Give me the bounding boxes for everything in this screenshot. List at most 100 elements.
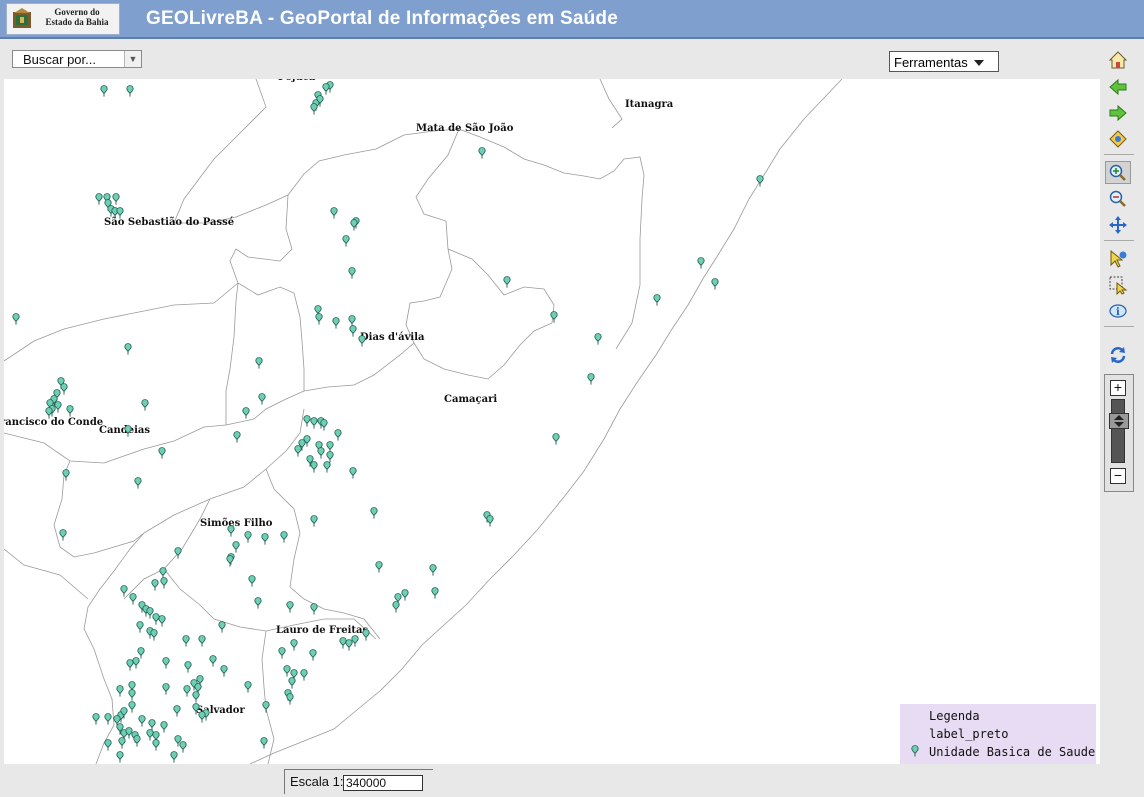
health-unit-marker[interactable]: [283, 665, 291, 677]
health-unit-marker[interactable]: [322, 83, 330, 95]
health-unit-marker[interactable]: [125, 727, 133, 739]
select-button[interactable]: [1105, 273, 1131, 296]
refresh-button[interactable]: [1105, 343, 1131, 366]
health-unit-marker[interactable]: [315, 313, 323, 325]
health-unit-marker[interactable]: [244, 531, 252, 543]
health-unit-marker[interactable]: [233, 431, 241, 443]
health-unit-marker[interactable]: [244, 681, 252, 693]
health-unit-marker[interactable]: [310, 417, 318, 429]
health-unit-marker[interactable]: [141, 399, 149, 411]
health-unit-marker[interactable]: [226, 555, 234, 567]
health-unit-marker[interactable]: [129, 593, 137, 605]
health-unit-marker[interactable]: [326, 441, 334, 453]
health-unit-marker[interactable]: [342, 235, 350, 247]
health-unit-marker[interactable]: [118, 737, 126, 749]
health-unit-marker[interactable]: [198, 711, 206, 723]
health-unit-marker[interactable]: [348, 315, 356, 327]
health-unit-marker[interactable]: [401, 589, 409, 601]
health-unit-marker[interactable]: [288, 677, 296, 689]
health-unit-marker[interactable]: [280, 531, 288, 543]
health-unit-marker[interactable]: [182, 635, 190, 647]
health-unit-marker[interactable]: [358, 335, 366, 347]
health-unit-marker[interactable]: [179, 741, 187, 753]
health-unit-marker[interactable]: [184, 661, 192, 673]
health-unit-marker[interactable]: [653, 294, 661, 306]
health-unit-marker[interactable]: [348, 267, 356, 279]
health-unit-marker[interactable]: [362, 629, 370, 641]
health-unit-marker[interactable]: [146, 729, 154, 741]
zoom-slider[interactable]: + −: [1104, 374, 1134, 492]
health-unit-marker[interactable]: [60, 383, 68, 395]
search-by-select[interactable]: Buscar por... ▼: [12, 50, 142, 68]
back-button[interactable]: [1105, 75, 1131, 98]
full-extent-button[interactable]: [1105, 127, 1131, 150]
health-unit-marker[interactable]: [350, 219, 358, 231]
health-unit-marker[interactable]: [120, 585, 128, 597]
identify-button[interactable]: [1105, 247, 1131, 270]
zoom-slider-handle[interactable]: [1109, 413, 1129, 429]
scale-input[interactable]: 340000: [343, 775, 423, 791]
health-unit-marker[interactable]: [317, 447, 325, 459]
health-unit-marker[interactable]: [486, 515, 494, 527]
health-unit-marker[interactable]: [339, 637, 347, 649]
health-unit-marker[interactable]: [260, 737, 268, 749]
health-unit-marker[interactable]: [345, 639, 353, 651]
health-unit-marker[interactable]: [152, 739, 160, 751]
health-unit-marker[interactable]: [262, 701, 270, 713]
health-unit-marker[interactable]: [290, 639, 298, 651]
health-unit-marker[interactable]: [349, 467, 357, 479]
health-unit-marker[interactable]: [294, 445, 302, 457]
health-unit-marker[interactable]: [126, 659, 134, 671]
health-unit-marker[interactable]: [183, 685, 191, 697]
health-unit-marker[interactable]: [711, 278, 719, 290]
health-unit-marker[interactable]: [242, 407, 250, 419]
health-unit-markers[interactable]: [12, 81, 764, 763]
health-unit-marker[interactable]: [286, 693, 294, 705]
health-unit-marker[interactable]: [92, 713, 100, 725]
health-unit-marker[interactable]: [136, 621, 144, 633]
health-unit-marker[interactable]: [278, 647, 286, 659]
health-unit-marker[interactable]: [54, 401, 62, 413]
health-unit-marker[interactable]: [370, 507, 378, 519]
health-unit-marker[interactable]: [351, 635, 359, 647]
health-unit-marker[interactable]: [254, 597, 262, 609]
health-unit-marker[interactable]: [132, 657, 140, 669]
health-unit-marker[interactable]: [160, 721, 168, 733]
health-unit-marker[interactable]: [503, 276, 511, 288]
health-unit-marker[interactable]: [173, 705, 181, 717]
health-unit-marker[interactable]: [137, 647, 145, 659]
zoom-out-button[interactable]: [1105, 187, 1131, 210]
health-unit-marker[interactable]: [220, 665, 228, 677]
health-unit-marker[interactable]: [160, 577, 168, 589]
health-unit-marker[interactable]: [697, 257, 705, 269]
health-unit-marker[interactable]: [594, 333, 602, 345]
health-unit-marker[interactable]: [112, 193, 120, 205]
health-unit-marker[interactable]: [227, 525, 235, 537]
health-unit-marker[interactable]: [192, 691, 200, 703]
health-unit-marker[interactable]: [152, 613, 160, 625]
health-unit-marker[interactable]: [326, 451, 334, 463]
health-unit-marker[interactable]: [158, 447, 166, 459]
health-unit-marker[interactable]: [375, 561, 383, 573]
health-unit-marker[interactable]: [146, 607, 154, 619]
zoom-in-button[interactable]: [1105, 161, 1131, 184]
health-unit-marker[interactable]: [95, 193, 103, 205]
health-unit-marker[interactable]: [162, 683, 170, 695]
health-unit-marker[interactable]: [198, 635, 206, 647]
health-unit-marker[interactable]: [258, 393, 266, 405]
health-unit-marker[interactable]: [478, 147, 486, 159]
health-unit-marker[interactable]: [248, 575, 256, 587]
health-unit-marker[interactable]: [170, 751, 178, 763]
health-unit-marker[interactable]: [134, 477, 142, 489]
health-unit-marker[interactable]: [300, 669, 308, 681]
health-unit-marker[interactable]: [550, 311, 558, 323]
forward-button[interactable]: [1105, 101, 1131, 124]
health-unit-marker[interactable]: [116, 751, 124, 763]
home-button[interactable]: [1105, 48, 1131, 71]
health-unit-marker[interactable]: [66, 405, 74, 417]
health-unit-marker[interactable]: [323, 461, 331, 473]
health-unit-marker[interactable]: [303, 415, 311, 427]
health-unit-marker[interactable]: [128, 689, 136, 701]
health-unit-marker[interactable]: [261, 533, 269, 545]
health-unit-marker[interactable]: [255, 357, 263, 369]
